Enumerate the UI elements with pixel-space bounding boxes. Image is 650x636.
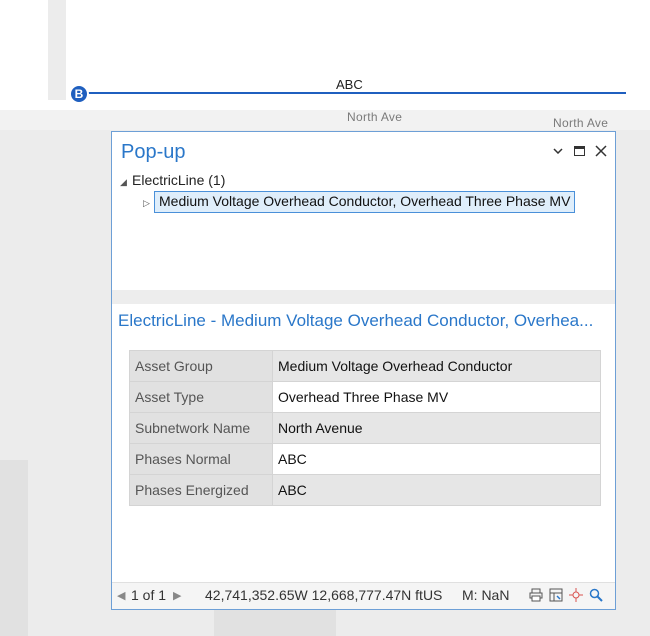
street-block <box>0 460 28 636</box>
road-label: North Ave <box>347 110 403 124</box>
pane-splitter[interactable] <box>112 290 615 304</box>
table-row: Subnetwork Name North Avenue <box>129 412 601 444</box>
attribute-value: ABC <box>272 474 601 506</box>
street-road <box>0 100 650 110</box>
print-icon[interactable] <box>528 587 544 603</box>
attribute-key: Asset Group <box>129 350 273 382</box>
attribute-value: North Avenue <box>272 412 601 444</box>
popup-title: Pop-up <box>121 141 186 163</box>
tree-layer-node[interactable]: ◢ ElectricLine (1) <box>120 172 225 188</box>
attribute-table: Asset Group Medium Voltage Overhead Cond… <box>129 350 601 506</box>
table-row: Asset Type Overhead Three Phase MV <box>129 381 601 413</box>
table-row: Phases Energized ABC <box>129 474 601 506</box>
tree-feature-item[interactable]: Medium Voltage Overhead Conductor, Overh… <box>154 191 576 213</box>
m-value-readout: M: NaN <box>462 587 510 603</box>
attribute-value: Medium Voltage Overhead Conductor <box>272 350 601 382</box>
attribute-value: ABC <box>272 443 601 475</box>
tree-layer-label: ElectricLine (1) <box>132 172 226 188</box>
street-block <box>616 130 650 636</box>
attribute-key: Phases Normal <box>129 443 273 475</box>
coordinates-readout: 42,741,352.65W 12,668,777.47N ftUS <box>205 587 443 603</box>
attribute-key: Subnetwork Name <box>129 412 273 444</box>
status-bar: ◀ 1 of 1 ▶ 42,741,352.65W 12,668,777.47N… <box>112 582 615 609</box>
network-node-icon[interactable]: B <box>69 84 89 104</box>
popup-window[interactable]: Pop-up ◢ ElectricLine (1) ▷ Medium Voltag… <box>111 131 616 610</box>
table-row: Asset Group Medium Voltage Overhead Cond… <box>129 350 601 382</box>
attribute-key: Phases Energized <box>129 474 273 506</box>
road-label: North Ave <box>553 116 609 130</box>
expanded-triangle-icon[interactable]: ◢ <box>120 177 132 188</box>
street-block <box>0 0 48 100</box>
close-icon[interactable] <box>592 142 610 160</box>
street-block <box>214 610 336 636</box>
attribute-key: Asset Type <box>129 381 273 413</box>
attribute-value: Overhead Three Phase MV <box>272 381 601 413</box>
attribute-table-icon[interactable] <box>548 587 564 603</box>
zoom-to-icon[interactable] <box>588 587 604 603</box>
popup-titlebar[interactable]: Pop-up <box>112 132 615 172</box>
chevron-down-icon[interactable] <box>549 142 567 160</box>
feature-title: ElectricLine - Medium Voltage Overhead C… <box>118 311 594 330</box>
prev-page-icon[interactable]: ◀ <box>117 589 125 602</box>
maximize-icon[interactable] <box>570 142 588 160</box>
feature-tree[interactable]: ◢ ElectricLine (1) ▷ Medium Voltage Overh… <box>112 172 615 290</box>
page-indicator: 1 of 1 <box>131 587 167 603</box>
table-row: Phases Normal ABC <box>129 443 601 475</box>
flash-feature-icon[interactable] <box>568 587 584 603</box>
street-block <box>48 0 66 110</box>
line-label: ABC <box>336 77 363 92</box>
next-page-icon[interactable]: ▶ <box>173 589 181 602</box>
